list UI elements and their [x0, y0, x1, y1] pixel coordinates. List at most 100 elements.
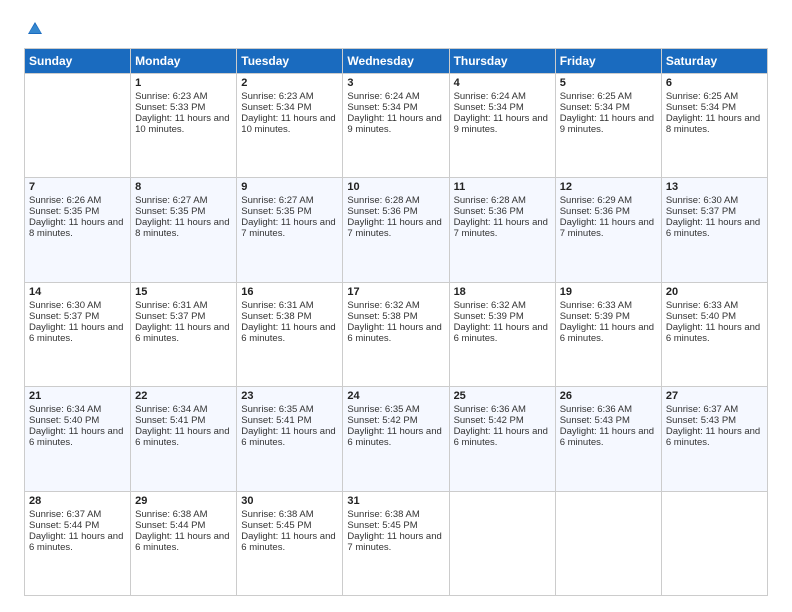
sunset-text: Sunset: 5:44 PM: [29, 520, 126, 531]
calendar-cell: 1Sunrise: 6:23 AMSunset: 5:33 PMDaylight…: [131, 74, 237, 178]
calendar-cell: 29Sunrise: 6:38 AMSunset: 5:44 PMDayligh…: [131, 491, 237, 595]
sunset-text: Sunset: 5:42 PM: [347, 415, 444, 426]
daylight-text: Daylight: 11 hours and 6 minutes.: [347, 426, 444, 448]
calendar-header-row: SundayMondayTuesdayWednesdayThursdayFrid…: [25, 49, 768, 74]
daylight-text: Daylight: 11 hours and 6 minutes.: [29, 322, 126, 344]
sunrise-text: Sunrise: 6:38 AM: [135, 509, 232, 520]
calendar-cell: 6Sunrise: 6:25 AMSunset: 5:34 PMDaylight…: [661, 74, 767, 178]
sunset-text: Sunset: 5:42 PM: [454, 415, 551, 426]
daylight-text: Daylight: 11 hours and 6 minutes.: [135, 322, 232, 344]
daylight-text: Daylight: 11 hours and 6 minutes.: [241, 426, 338, 448]
sunset-text: Sunset: 5:37 PM: [135, 311, 232, 322]
sunset-text: Sunset: 5:38 PM: [347, 311, 444, 322]
logo: [24, 20, 44, 38]
day-number: 22: [135, 390, 232, 402]
calendar-cell: 2Sunrise: 6:23 AMSunset: 5:34 PMDaylight…: [237, 74, 343, 178]
col-header-monday: Monday: [131, 49, 237, 74]
sunrise-text: Sunrise: 6:36 AM: [560, 404, 657, 415]
calendar-cell: 16Sunrise: 6:31 AMSunset: 5:38 PMDayligh…: [237, 282, 343, 386]
calendar-cell: 12Sunrise: 6:29 AMSunset: 5:36 PMDayligh…: [555, 178, 661, 282]
calendar-cell: [555, 491, 661, 595]
day-number: 18: [454, 286, 551, 298]
daylight-text: Daylight: 11 hours and 6 minutes.: [241, 322, 338, 344]
sunrise-text: Sunrise: 6:27 AM: [135, 195, 232, 206]
day-number: 20: [666, 286, 763, 298]
day-number: 6: [666, 77, 763, 89]
sunrise-text: Sunrise: 6:37 AM: [29, 509, 126, 520]
calendar-cell: 13 Sunrise: 6:30 AMSunset: 5:37 PMDayligh…: [661, 178, 767, 282]
daylight-text: Daylight: 11 hours and 8 minutes.: [666, 113, 763, 135]
day-number: 3: [347, 77, 444, 89]
sunrise-text: Sunrise: 6:32 AM: [454, 300, 551, 311]
col-header-wednesday: Wednesday: [343, 49, 449, 74]
day-number: 10: [347, 181, 444, 193]
calendar-week-3: 21Sunrise: 6:34 AMSunset: 5:40 PMDayligh…: [25, 387, 768, 491]
sunrise-text: Sunrise: 6:34 AM: [135, 404, 232, 415]
day-number: 24: [347, 390, 444, 402]
sunrise-text: Sunrise: 6:28 AM: [454, 195, 551, 206]
daylight-text: Daylight: 11 hours and 6 minutes.: [135, 426, 232, 448]
daylight-text: Daylight: 11 hours and 9 minutes.: [454, 113, 551, 135]
day-number: 29: [135, 495, 232, 507]
sunset-text: Sunset: 5:39 PM: [560, 311, 657, 322]
calendar-cell: 27Sunrise: 6:37 AMSunset: 5:43 PMDayligh…: [661, 387, 767, 491]
calendar-cell: 5Sunrise: 6:25 AMSunset: 5:34 PMDaylight…: [555, 74, 661, 178]
calendar-cell: 21Sunrise: 6:34 AMSunset: 5:40 PMDayligh…: [25, 387, 131, 491]
sunrise-text: Sunrise: 6:33 AM: [560, 300, 657, 311]
sunset-text: Sunset: 5:37 PM: [666, 206, 763, 217]
daylight-text: Daylight: 11 hours and 8 minutes.: [135, 217, 232, 239]
day-number: 27: [666, 390, 763, 402]
day-number: 15: [135, 286, 232, 298]
daylight-text: Daylight: 11 hours and 6 minutes.: [666, 217, 763, 239]
page: SundayMondayTuesdayWednesdayThursdayFrid…: [0, 0, 792, 612]
header: [24, 20, 768, 38]
day-number: 14: [29, 286, 126, 298]
day-number: 31: [347, 495, 444, 507]
sunset-text: Sunset: 5:34 PM: [454, 102, 551, 113]
sunset-text: Sunset: 5:35 PM: [241, 206, 338, 217]
day-number: 25: [454, 390, 551, 402]
sunset-text: Sunset: 5:36 PM: [347, 206, 444, 217]
sunset-text: Sunset: 5:33 PM: [135, 102, 232, 113]
sunrise-text: Sunrise: 6:31 AM: [241, 300, 338, 311]
day-number: 26: [560, 390, 657, 402]
sunset-text: Sunset: 5:36 PM: [560, 206, 657, 217]
daylight-text: Daylight: 11 hours and 6 minutes.: [29, 531, 126, 553]
day-number: 4: [454, 77, 551, 89]
daylight-text: Daylight: 11 hours and 6 minutes.: [454, 426, 551, 448]
daylight-text: Daylight: 11 hours and 6 minutes.: [666, 426, 763, 448]
daylight-text: Daylight: 11 hours and 7 minutes.: [560, 217, 657, 239]
calendar-cell: [661, 491, 767, 595]
sunrise-text: Sunrise: 6:30 AM: [29, 300, 126, 311]
sunrise-text: Sunrise: 6:36 AM: [454, 404, 551, 415]
daylight-text: Daylight: 11 hours and 10 minutes.: [241, 113, 338, 135]
sunset-text: Sunset: 5:37 PM: [29, 311, 126, 322]
daylight-text: Daylight: 11 hours and 7 minutes.: [347, 217, 444, 239]
sunset-text: Sunset: 5:43 PM: [560, 415, 657, 426]
day-number: 16: [241, 286, 338, 298]
daylight-text: Daylight: 11 hours and 6 minutes.: [666, 322, 763, 344]
calendar-cell: 23Sunrise: 6:35 AMSunset: 5:41 PMDayligh…: [237, 387, 343, 491]
daylight-text: Daylight: 11 hours and 10 minutes.: [135, 113, 232, 135]
calendar-cell: 19 Sunrise: 6:33 AMSunset: 5:39 PMDayligh…: [555, 282, 661, 386]
day-number: 13: [666, 181, 763, 193]
daylight-text: Daylight: 11 hours and 7 minutes.: [347, 531, 444, 553]
calendar-week-1: 7Sunrise: 6:26 AMSunset: 5:35 PMDaylight…: [25, 178, 768, 282]
sunrise-text: Sunrise: 6:35 AM: [347, 404, 444, 415]
day-number: 8: [135, 181, 232, 193]
sunrise-text: Sunrise: 6:30 AM: [666, 195, 763, 206]
day-number: 2: [241, 77, 338, 89]
sunset-text: Sunset: 5:35 PM: [135, 206, 232, 217]
sunrise-text: Sunrise: 6:24 AM: [347, 91, 444, 102]
day-number: 1: [135, 77, 232, 89]
day-number: 19: [560, 286, 657, 298]
sunset-text: Sunset: 5:45 PM: [241, 520, 338, 531]
sunset-text: Sunset: 5:43 PM: [666, 415, 763, 426]
sunrise-text: Sunrise: 6:38 AM: [241, 509, 338, 520]
daylight-text: Daylight: 11 hours and 6 minutes.: [560, 322, 657, 344]
calendar-week-0: 1Sunrise: 6:23 AMSunset: 5:33 PMDaylight…: [25, 74, 768, 178]
sunrise-text: Sunrise: 6:29 AM: [560, 195, 657, 206]
sunset-text: Sunset: 5:44 PM: [135, 520, 232, 531]
daylight-text: Daylight: 11 hours and 6 minutes.: [560, 426, 657, 448]
sunrise-text: Sunrise: 6:23 AM: [241, 91, 338, 102]
